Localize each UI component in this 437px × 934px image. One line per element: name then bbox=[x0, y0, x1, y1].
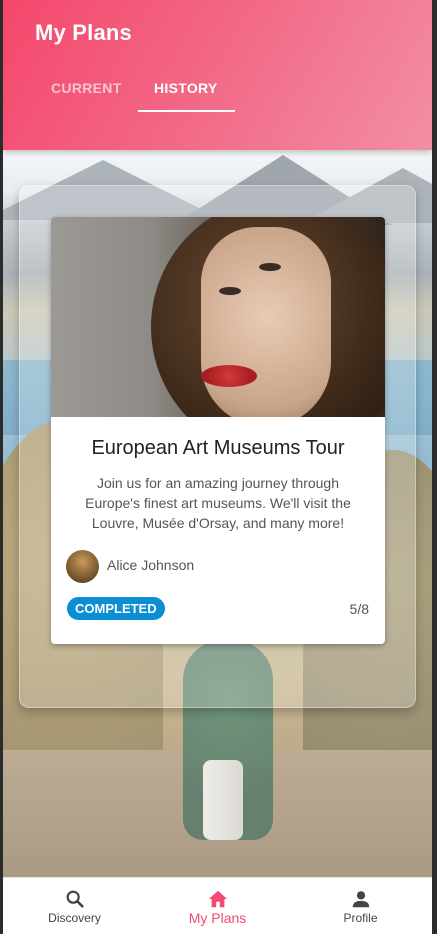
page-title: My Plans bbox=[35, 20, 132, 45]
nav-my-plans-label: My Plans bbox=[188, 910, 247, 926]
bottom-navigation: Discovery My Plans Profile bbox=[3, 877, 432, 934]
plan-progress: 5/8 bbox=[349, 601, 369, 617]
nav-discovery-label: Discovery bbox=[48, 911, 101, 925]
plan-cover-image bbox=[51, 217, 385, 417]
avatar bbox=[66, 550, 99, 583]
nav-profile-label: Profile bbox=[343, 911, 378, 925]
tab-current[interactable]: CURRENT bbox=[51, 80, 122, 96]
app-header: My Plans CURRENT HISTORY bbox=[3, 0, 432, 150]
search-icon bbox=[64, 888, 86, 910]
nav-discovery[interactable]: Discovery bbox=[3, 878, 146, 934]
plan-author: Alice Johnson bbox=[107, 557, 195, 573]
home-icon bbox=[207, 888, 229, 910]
status-badge: COMPLETED bbox=[67, 597, 165, 620]
plan-description: Join us for an amazing journey through E… bbox=[85, 475, 351, 531]
tab-history[interactable]: HISTORY bbox=[154, 80, 218, 96]
plan-card[interactable]: European Art Museums Tour Join us for an… bbox=[51, 217, 385, 644]
active-tab-indicator bbox=[138, 110, 235, 112]
plan-title: European Art Museums Tour bbox=[91, 437, 345, 459]
nav-profile[interactable]: Profile bbox=[289, 878, 432, 934]
nav-my-plans[interactable]: My Plans bbox=[146, 878, 289, 934]
app-root: My Plans CURRENT HISTORY European Art Mu… bbox=[3, 0, 432, 934]
person-icon bbox=[350, 888, 372, 910]
